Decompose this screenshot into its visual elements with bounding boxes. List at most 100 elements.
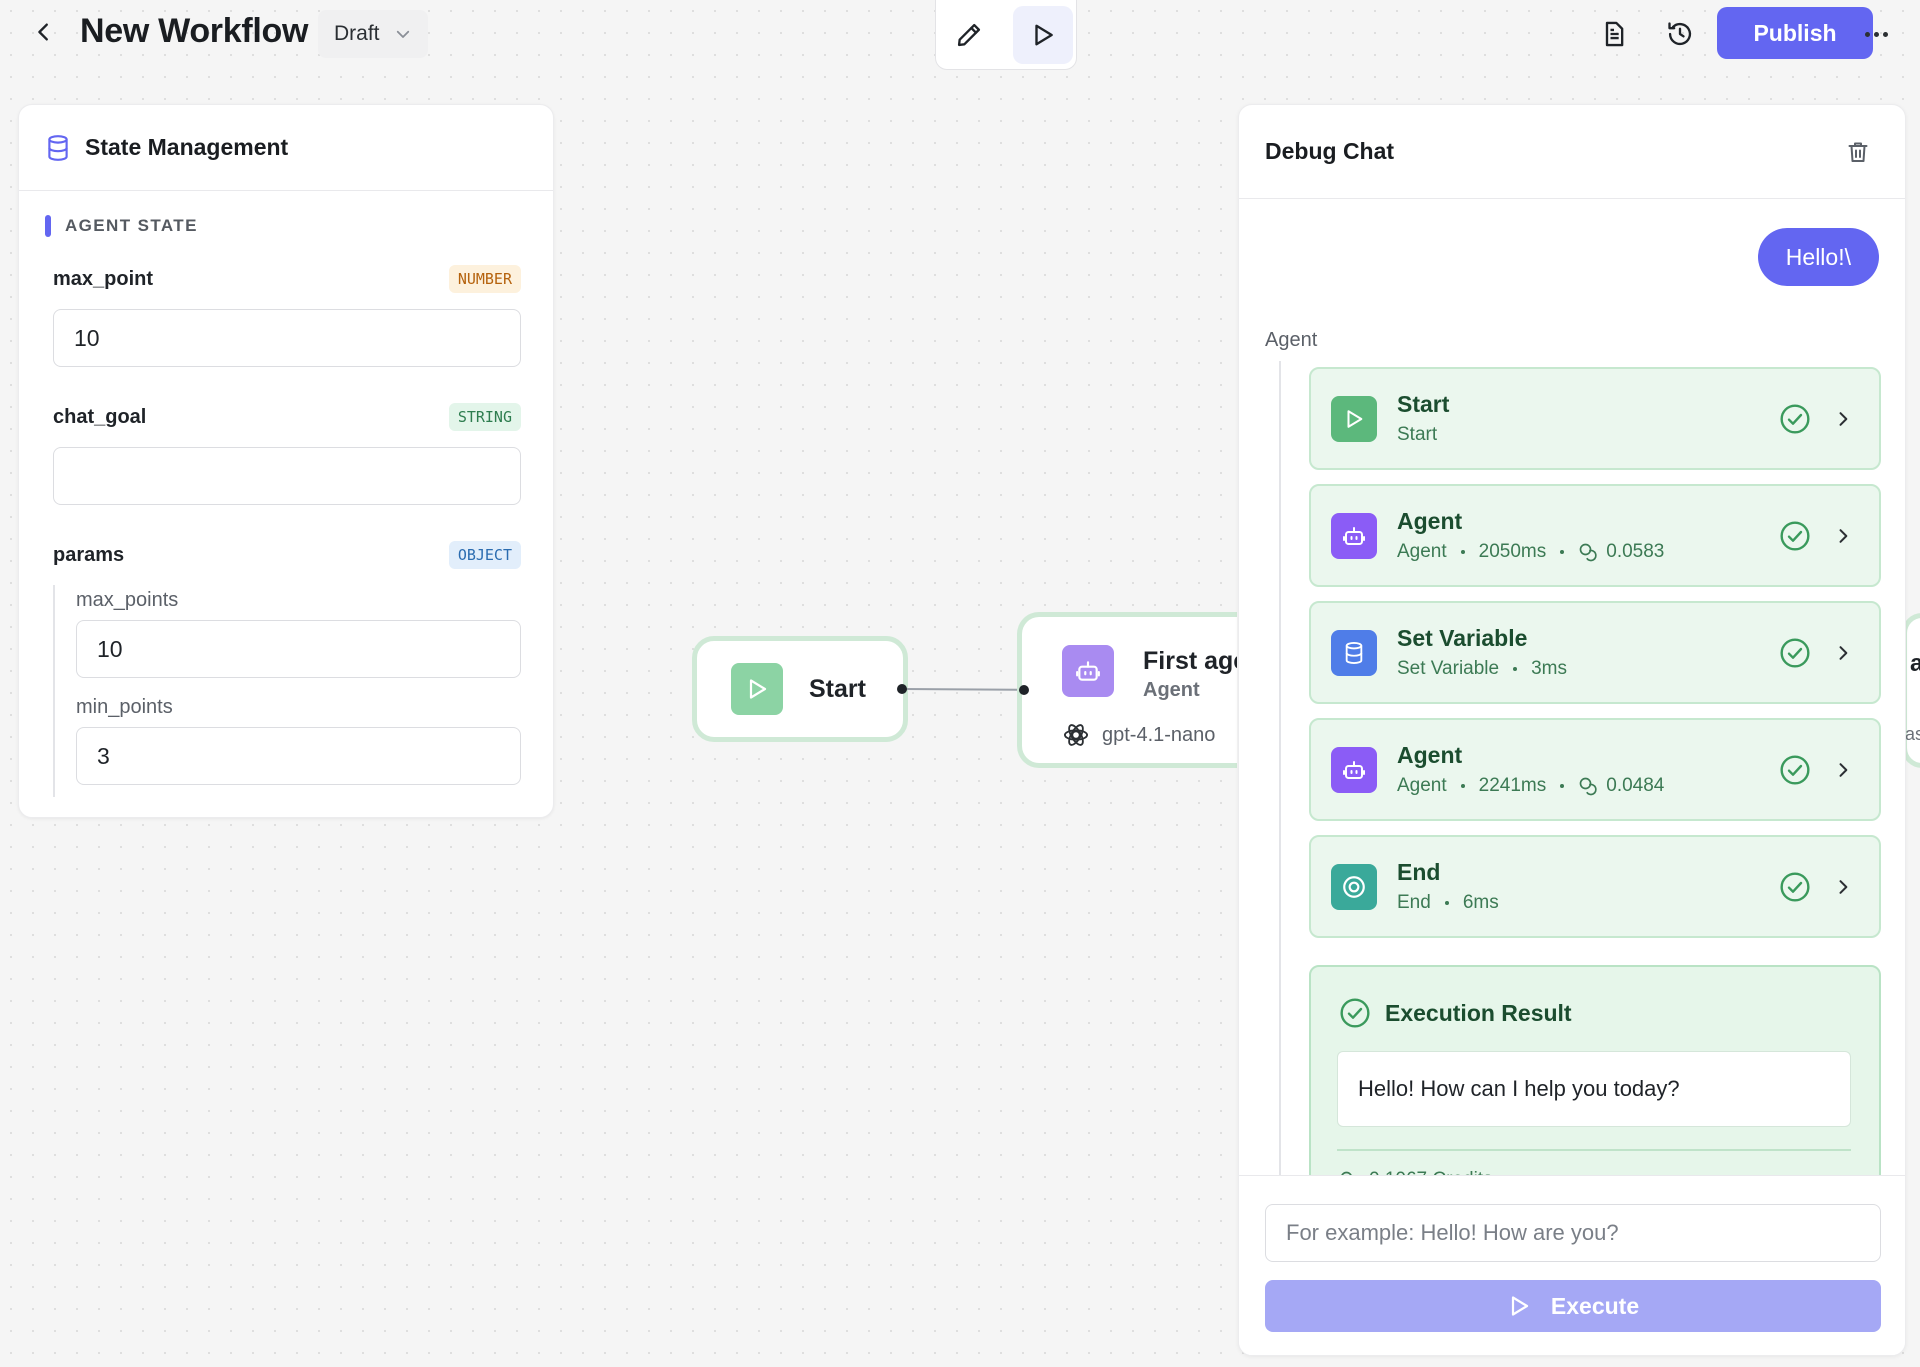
step-title: End [1397, 859, 1441, 885]
agent-state-section: AGENT STATE [45, 215, 198, 237]
execution-result-header: Execution Result [1339, 997, 1572, 1029]
check-circle-icon [1780, 754, 1810, 785]
type-badge: STRING [448, 403, 521, 431]
clear-chat-button[interactable] [1843, 137, 1873, 167]
step-end[interactable]: End End 6ms [1309, 835, 1881, 938]
agent-node-title: First age [1143, 647, 1237, 675]
start-output-port[interactable] [897, 684, 907, 694]
state-panel-header: State Management [19, 105, 553, 191]
database-icon [48, 134, 68, 161]
step-title: Start [1397, 391, 1450, 417]
section-marker [45, 215, 51, 237]
result-divider [1337, 1149, 1851, 1151]
start-node[interactable]: Start [692, 636, 908, 742]
openai-icon [1063, 724, 1089, 746]
back-icon [38, 23, 48, 41]
field-name: params [53, 543, 125, 566]
field-max-point: max_point NUMBER [53, 265, 521, 293]
robot-icon [1331, 746, 1377, 793]
chevron-right-icon [1839, 879, 1848, 894]
section-label: AGENT STATE [65, 216, 198, 235]
check-circle-icon [1780, 520, 1810, 551]
check-circle-icon [1780, 403, 1810, 434]
step-agent-1[interactable]: Agent Agent 2050ms 0.0583 [1309, 484, 1881, 587]
step-duration: 3ms [1531, 658, 1568, 679]
max-point-input[interactable]: 10 [53, 309, 521, 367]
chevron-right-icon [1839, 411, 1848, 426]
field-name-min-points: min_points [76, 696, 173, 718]
step-kind: Agent [1397, 541, 1447, 562]
status-dropdown[interactable]: Draft [318, 10, 428, 58]
field-params: params OBJECT [53, 541, 521, 569]
step-meta: Agent 2241ms 0.0484 [1397, 775, 1779, 797]
agent-node-icon [1062, 645, 1114, 697]
step-title: Agent [1397, 508, 1463, 534]
step-start[interactable]: Start Start [1309, 367, 1881, 470]
step-meta: Agent 2050ms 0.0583 [1397, 541, 1779, 563]
chevron-right-icon [1839, 645, 1848, 660]
robot-icon [1331, 512, 1377, 559]
step-meta: Set Variable 3ms [1397, 658, 1779, 680]
state-management-panel: State Management AGENT STATE max_point N… [18, 104, 554, 818]
coins-icon [1579, 543, 1597, 562]
step-kind: Set Variable [1397, 658, 1500, 679]
step-title: Set Variable [1397, 625, 1528, 651]
chat-input[interactable]: For example: Hello! How are you? [1265, 1204, 1881, 1262]
debug-chat-title: Debug Chat [1265, 138, 1395, 164]
execution-result: Execution Result Hello! How can I help y… [1309, 965, 1881, 1205]
step-agent-2[interactable]: Agent Agent 2241ms 0.0484 [1309, 718, 1881, 821]
target-icon [1331, 863, 1377, 910]
step-credits: 0.0484 [1606, 775, 1665, 796]
check-circle-icon [1780, 637, 1810, 668]
step-kind: Agent [1397, 775, 1447, 796]
mode-toggle [935, 0, 1077, 70]
state-panel-title: State Management [85, 134, 289, 160]
agent-label: Agent [1265, 329, 1318, 351]
step-duration: 2241ms [1478, 775, 1547, 796]
type-badge: OBJECT [448, 541, 521, 569]
play-icon [749, 679, 767, 699]
document-icon [1605, 21, 1624, 47]
status-label: Draft [334, 22, 380, 45]
chevron-down-icon [396, 30, 409, 38]
coins-icon [1579, 777, 1597, 796]
agent-node-model: gpt-4.1-nano [1062, 721, 1215, 749]
field-name: chat_goal [53, 405, 147, 428]
execute-label: Execute [1550, 1292, 1640, 1319]
step-credits: 0.0583 [1606, 541, 1665, 562]
more-button[interactable] [1856, 14, 1896, 54]
min-points-input[interactable]: 3 [76, 727, 521, 785]
execution-result-text: Hello! How can I help you today? [1337, 1051, 1851, 1127]
run-mode-button[interactable] [1013, 5, 1073, 64]
execute-button[interactable]: Execute [1265, 1280, 1881, 1332]
history-button[interactable] [1662, 16, 1698, 52]
back-button[interactable] [28, 16, 60, 48]
step-set-variable[interactable]: Set Variable Set Variable 3ms [1309, 601, 1881, 704]
offscreen-node-subtitle: as [1905, 724, 1920, 744]
chevron-right-icon [1839, 762, 1848, 777]
chat-goal-input[interactable] [53, 447, 521, 505]
publish-button[interactable]: Publish [1717, 7, 1873, 59]
agent-node-subtitle: Agent [1143, 679, 1200, 701]
agent-input-port[interactable] [1019, 685, 1029, 695]
step-kind: Start [1397, 424, 1438, 445]
play-icon [1035, 24, 1053, 45]
max-points-input[interactable]: 10 [76, 620, 521, 678]
page-title: New Workflow [80, 12, 309, 50]
document-button[interactable] [1596, 16, 1632, 52]
offscreen-node-title: a [1910, 650, 1920, 677]
step-meta: End 6ms [1397, 892, 1779, 914]
debug-chat-header: Debug Chat [1239, 105, 1905, 199]
trash-icon [1848, 142, 1868, 162]
start-node-label: Start [809, 674, 866, 703]
database-icon [1331, 629, 1377, 676]
field-name-max-points: max_points [76, 589, 179, 611]
top-bar: New Workflow Draft Publish [0, 0, 1920, 70]
robot-icon [1076, 661, 1100, 681]
edge-start-to-agent [902, 688, 1026, 691]
timeline-line [1279, 361, 1281, 1281]
check-circle-icon [1340, 998, 1370, 1028]
agent-node[interactable]: First age Agent gpt-4.1-nano [1017, 612, 1237, 768]
start-node-icon [731, 663, 783, 715]
edit-mode-button[interactable] [939, 6, 999, 64]
